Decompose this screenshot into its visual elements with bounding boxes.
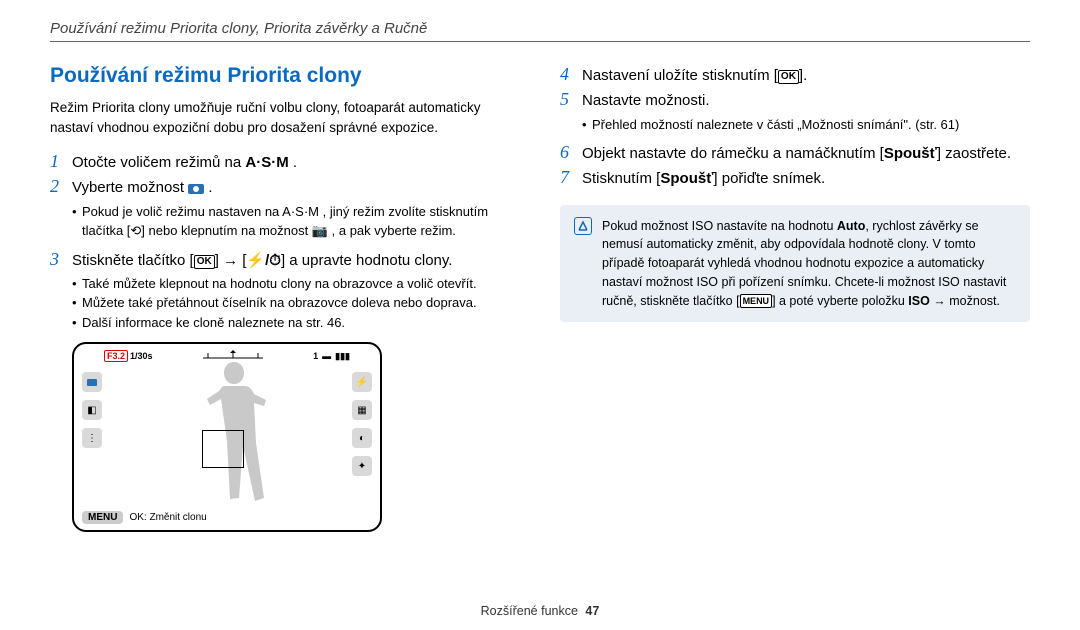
step-body: Otočte voličem režimů na A·S·M . — [72, 151, 520, 174]
lcd-bottom-row: MENU OK: Změnit clonu — [82, 511, 372, 524]
step-2: 2 Vyberte možnost . — [50, 176, 520, 199]
step-number: 3 — [50, 249, 72, 272]
lcd-ok-hint: OK: Změnit clonu — [129, 512, 206, 523]
footer-label: Rozšířené funkce — [481, 604, 578, 618]
mode-dial-icon: A·S·M — [245, 154, 288, 171]
step-3-bullets: Také můžete klepnout na hodnotu clony na… — [50, 274, 520, 333]
shutter-button-label: Spoušť — [660, 170, 713, 187]
step-number: 5 — [560, 89, 582, 112]
camera-lcd-preview: F3.2 1/30s 1 ▬ ▮▮▮ ◧ ⋮ ⚡ ▦ ◐ ✦ — [72, 342, 382, 532]
iso-label: ISO — [908, 294, 930, 308]
lcd-ev-scale — [153, 350, 314, 362]
step-4-pre: Nastavení uložíte stisknutím [ — [582, 67, 778, 84]
step-number: 4 — [560, 64, 582, 87]
breadcrumb: Používání režimu Priorita clony, Priorit… — [50, 20, 1030, 41]
right-column: 4 Nastavení uložíte stisknutím [OK]. 5 N… — [560, 64, 1030, 532]
info-pre: Pokud možnost ISO nastavíte na hodnotu — [602, 219, 837, 233]
flash-timer-icon: ⚡/⏱ — [246, 252, 281, 269]
step-number: 6 — [560, 142, 582, 165]
step-body: Stiskněte tlačítko [OK] → [⚡/⏱] a upravt… — [72, 249, 520, 272]
info-post: ] a poté vyberte položku — [772, 294, 908, 308]
frame-icon: ◧ — [82, 400, 102, 420]
step-4-post: ]. — [799, 67, 807, 84]
step-1-text: Otočte voličem režimů na — [72, 154, 245, 171]
step-6-post: ] zaostřete. — [937, 145, 1011, 162]
shutter-button-label: Spoušť — [884, 145, 937, 162]
step-number: 7 — [560, 167, 582, 190]
lcd-battery-icon: ▮▮▮ — [335, 351, 350, 362]
ok-button-icon: OK — [778, 70, 799, 84]
step-body: Objekt nastavte do rámečku a namáčknutím… — [582, 142, 1030, 165]
step-body: Vyberte možnost . — [72, 176, 520, 199]
bullet-item: Pokud je volič režimu nastaven na A·S·M … — [72, 202, 520, 241]
intro-paragraph: Režim Priorita clony umožňuje ruční volb… — [50, 98, 520, 137]
step-7-pre: Stisknutím [ — [582, 170, 660, 187]
menu-button-icon: MENU — [740, 294, 773, 308]
step-body: Nastavení uložíte stisknutím [OK]. — [582, 64, 1030, 87]
lcd-top-row: F3.2 1/30s 1 ▬ ▮▮▮ — [104, 350, 350, 362]
step-3-pre: Stiskněte tlačítko [ — [72, 252, 194, 269]
step-2-text: Vyberte možnost — [72, 179, 188, 196]
bullet-item: Také můžete klepnout na hodnotu clony na… — [72, 274, 520, 294]
lcd-left-buttons: ◧ ⋮ — [82, 372, 102, 448]
palette-icon: ✦ — [352, 456, 372, 476]
step-6: 6 Objekt nastavte do rámečku a namáčknut… — [560, 142, 1030, 165]
drive-icon: ◐ — [352, 428, 372, 448]
left-column: Používání režimu Priorita clony Režim Pr… — [50, 64, 520, 532]
step-1: 1 Otočte voličem režimů na A·S·M . — [50, 151, 520, 174]
info-text: Pokud možnost ISO nastavíte na hodnotu A… — [602, 217, 1016, 311]
step-2-bullets: Pokud je volič režimu nastaven na A·S·M … — [50, 202, 520, 241]
auto-label: Auto — [837, 219, 865, 233]
step-4: 4 Nastavení uložíte stisknutím [OK]. — [560, 64, 1030, 87]
focus-icon: ▦ — [352, 400, 372, 420]
info-note: Pokud možnost ISO nastavíte na hodnotu A… — [560, 205, 1030, 323]
section-title: Používání režimu Priorita clony — [50, 64, 520, 88]
step-5-bullets: Přehled možností naleznete v části „Možn… — [560, 115, 1030, 135]
step-number: 1 — [50, 151, 72, 174]
mode-icon — [82, 372, 102, 392]
aperture-mode-icon — [188, 182, 204, 196]
flash-icon: ⚡ — [352, 372, 372, 392]
note-icon — [574, 217, 592, 235]
header-rule — [50, 41, 1030, 42]
lcd-shutter: 1/30s — [130, 351, 153, 361]
menu-pill: MENU — [82, 511, 123, 524]
af-frame — [202, 430, 244, 468]
page-footer: Rozšířené funkce 47 — [0, 604, 1080, 618]
step-7: 7 Stisknutím [Spoušť] pořiďte snímek. — [560, 167, 1030, 190]
step-3-mid: ] → [ — [215, 252, 247, 269]
lcd-card-icon: ▬ — [322, 351, 331, 361]
lcd-counter: 1 — [313, 351, 318, 361]
bullet-item: Můžete také přetáhnout číselník na obraz… — [72, 293, 520, 313]
step-6-pre: Objekt nastavte do rámečku a namáčknutím… — [582, 145, 884, 162]
lcd-right-buttons: ⚡ ▦ ◐ ✦ — [352, 372, 372, 476]
step-3-post: ] a upravte hodnotu clony. — [281, 252, 453, 269]
bullet-item: Další informace ke cloně naleznete na st… — [72, 313, 520, 333]
step-5: 5 Nastavte možnosti. — [560, 89, 1030, 112]
step-body: Nastavte možnosti. — [582, 89, 1030, 112]
step-7-post: ] pořiďte snímek. — [713, 170, 825, 187]
page-number: 47 — [585, 604, 599, 618]
step-body: Stisknutím [Spoušť] pořiďte snímek. — [582, 167, 1030, 190]
info-icon-wrap — [574, 217, 592, 311]
ok-button-icon: OK — [194, 255, 215, 269]
bullet-item: Přehled možností naleznete v části „Možn… — [582, 115, 1030, 135]
content-columns: Používání režimu Priorita clony Režim Pr… — [50, 64, 1030, 532]
step-3: 3 Stiskněte tlačítko [OK] → [⚡/⏱] a upra… — [50, 249, 520, 272]
settings-icon: ⋮ — [82, 428, 102, 448]
info-tail: → možnost. — [930, 294, 1000, 308]
lcd-f-value: F3.2 — [104, 350, 128, 362]
step-number: 2 — [50, 176, 72, 199]
